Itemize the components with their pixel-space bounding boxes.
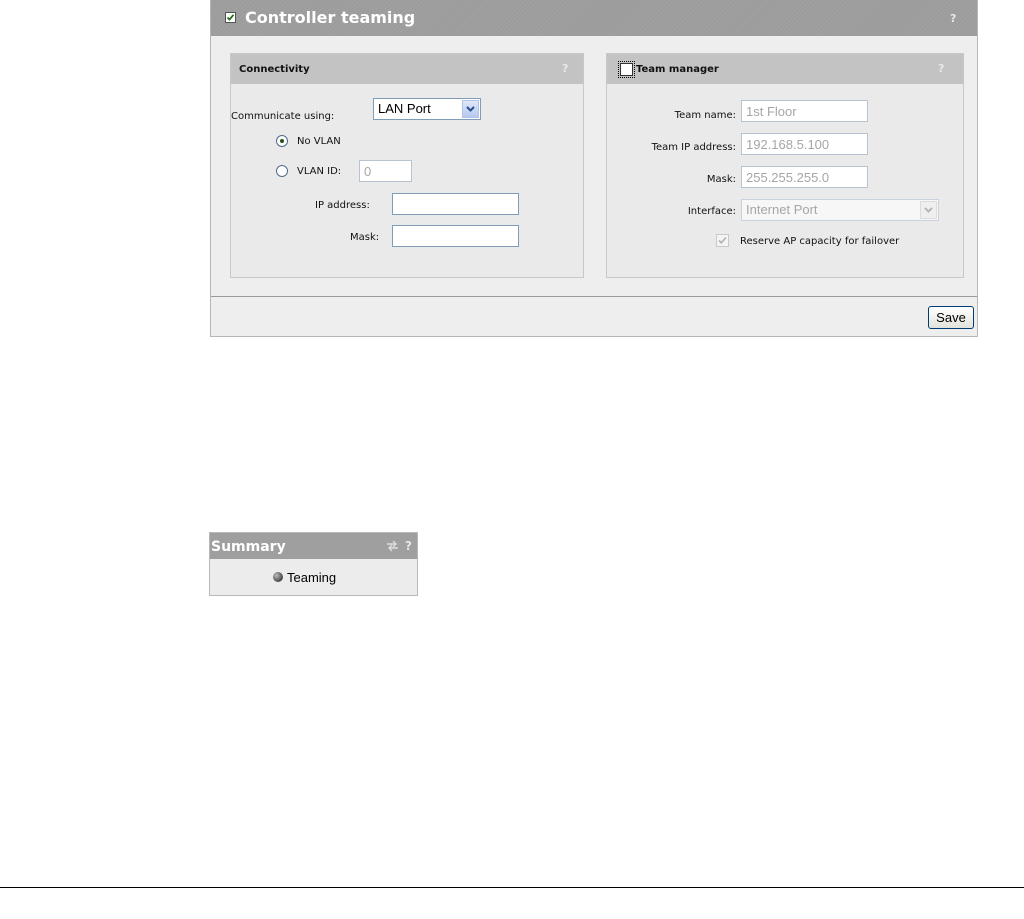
team-manager-panel: Team manager ? Team name: Team IP addres… bbox=[606, 53, 964, 278]
page-bottom-rule bbox=[0, 887, 1024, 888]
help-icon[interactable]: ? bbox=[938, 62, 944, 75]
connectivity-header: Connectivity ? bbox=[231, 54, 583, 84]
connectivity-panel: Connectivity ? Communicate using: LAN Po… bbox=[230, 53, 584, 278]
mask-label: Mask: bbox=[350, 232, 380, 243]
interface-select[interactable]: Internet Port bbox=[741, 199, 939, 221]
chevron-down-icon[interactable] bbox=[920, 201, 937, 219]
team-mask-label: Mask: bbox=[706, 174, 736, 185]
summary-item-label: Teaming bbox=[287, 570, 337, 585]
status-gray-icon bbox=[273, 572, 283, 582]
controller-teaming-checkbox[interactable] bbox=[225, 12, 236, 23]
no-vlan-radio[interactable] bbox=[276, 135, 288, 147]
vlan-id-radio[interactable] bbox=[276, 165, 288, 177]
help-icon[interactable]: ? bbox=[405, 539, 412, 553]
communicate-using-label: Communicate using: bbox=[231, 111, 335, 122]
team-ip-label: Team IP address: bbox=[651, 142, 736, 153]
interface-value: Internet Port bbox=[746, 202, 818, 217]
summary-item-teaming[interactable]: Teaming bbox=[273, 570, 337, 585]
reserve-capacity-checkbox[interactable] bbox=[716, 234, 729, 247]
vlan-id-input[interactable] bbox=[359, 160, 412, 182]
vlan-id-label: VLAN ID: bbox=[297, 166, 342, 177]
mask-input[interactable] bbox=[392, 225, 519, 247]
checkmark-icon bbox=[226, 14, 235, 21]
summary-title: Summary bbox=[211, 539, 286, 555]
help-icon[interactable]: ? bbox=[950, 12, 956, 25]
connectivity-title: Connectivity bbox=[239, 64, 310, 75]
team-manager-header: Team manager ? bbox=[607, 54, 963, 84]
ip-address-input[interactable] bbox=[392, 193, 519, 215]
controller-teaming-panel: Controller teaming ? Connectivity ? Comm… bbox=[210, 0, 978, 337]
reserve-capacity-label: Reserve AP capacity for failover bbox=[740, 236, 900, 247]
ip-address-label: IP address: bbox=[315, 200, 370, 211]
panel-header: Controller teaming ? bbox=[211, 0, 977, 36]
team-ip-input[interactable] bbox=[741, 133, 868, 155]
help-icon[interactable]: ? bbox=[562, 62, 568, 75]
team-manager-title: Team manager bbox=[636, 64, 719, 75]
no-vlan-label: No VLAN bbox=[297, 136, 341, 147]
footer-divider bbox=[211, 296, 977, 297]
communicate-using-select[interactable]: LAN Port bbox=[373, 98, 481, 120]
page-title: Controller teaming bbox=[245, 8, 416, 27]
save-button[interactable]: Save bbox=[928, 306, 974, 329]
chevron-down-icon[interactable] bbox=[462, 100, 479, 118]
team-name-label: Team name: bbox=[674, 110, 736, 121]
checkmark-icon bbox=[718, 236, 727, 244]
interface-label: Interface: bbox=[687, 206, 736, 217]
refresh-icon[interactable] bbox=[386, 540, 399, 555]
summary-panel: Summary ? Teaming bbox=[209, 532, 418, 596]
team-mask-input[interactable] bbox=[741, 166, 868, 188]
summary-header: Summary ? bbox=[210, 533, 417, 559]
communicate-using-value: LAN Port bbox=[378, 101, 431, 116]
team-manager-checkbox[interactable] bbox=[618, 61, 635, 78]
team-name-input[interactable] bbox=[741, 100, 868, 122]
